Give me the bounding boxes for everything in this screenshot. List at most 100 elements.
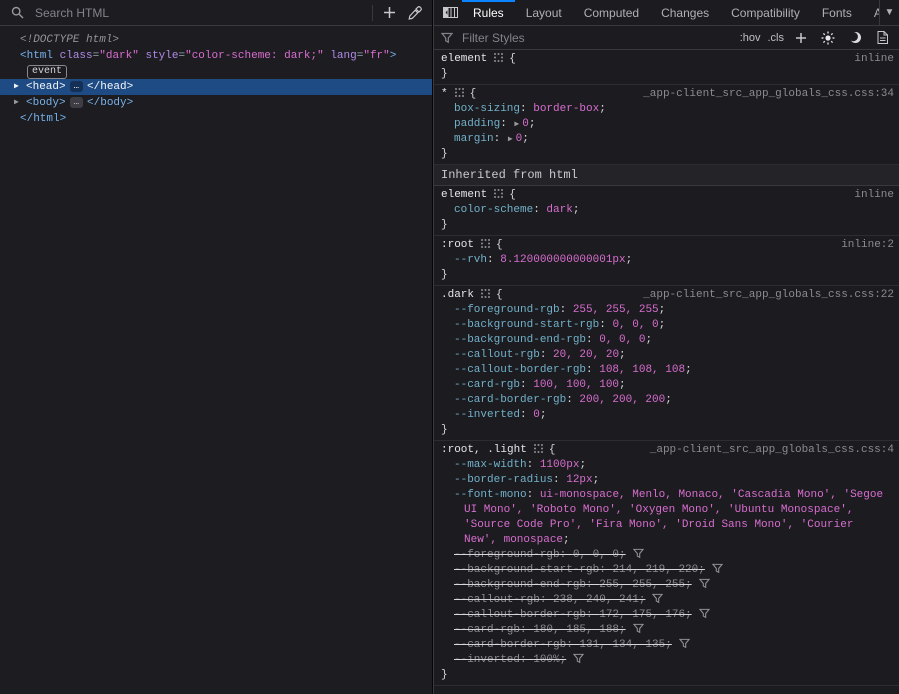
- css-declaration[interactable]: margin: 0;: [434, 132, 899, 147]
- collapsed-content-badge[interactable]: …: [70, 97, 83, 108]
- attribute-name: lang: [330, 50, 356, 62]
- rule-selector[interactable]: .dark: [441, 289, 474, 301]
- selector-highlighter-icon[interactable]: [494, 53, 503, 62]
- css-declaration[interactable]: --background-end-rgb: 255, 255, 255;: [434, 578, 899, 593]
- markup-row-doctype[interactable]: <!DOCTYPE html>: [0, 32, 432, 48]
- css-declaration[interactable]: --background-start-rgb: 0, 0, 0;: [434, 318, 899, 333]
- overridden-filter-icon[interactable]: [633, 623, 644, 634]
- markup-row-event-badge: event: [0, 64, 432, 79]
- selector-highlighter-icon[interactable]: [494, 189, 503, 198]
- all-tabs-menu-button[interactable]: ▼: [879, 0, 899, 25]
- rule-source-link[interactable]: inline: [854, 52, 894, 67]
- css-declaration[interactable]: --foreground-rgb: 255, 255, 255;: [434, 303, 899, 318]
- rule-selector[interactable]: element: [441, 53, 487, 65]
- declaration-semicolon: ;: [619, 349, 626, 361]
- html-open-tag-end: >: [390, 50, 397, 62]
- expand-arrow-icon[interactable]: ▶: [14, 79, 26, 95]
- css-declaration[interactable]: --background-start-rgb: 214, 219, 220;: [434, 563, 899, 578]
- css-declaration[interactable]: --inverted: 0;: [434, 408, 899, 423]
- css-declaration[interactable]: --callout-rgb: 238, 240, 241;: [434, 593, 899, 608]
- eyedropper-icon[interactable]: [405, 3, 425, 23]
- selector-highlighter-icon[interactable]: [481, 239, 490, 248]
- css-declaration[interactable]: --callout-border-rgb: 108, 108, 108;: [434, 363, 899, 378]
- rule-selector[interactable]: :root: [441, 239, 474, 251]
- overridden-filter-icon[interactable]: [699, 608, 710, 619]
- overridden-filter-icon[interactable]: [652, 593, 663, 604]
- css-declaration[interactable]: color-scheme: dark;: [434, 203, 899, 218]
- selector-highlighter-icon[interactable]: [534, 444, 543, 453]
- property-value: 108, 108, 108: [599, 364, 685, 376]
- doctype-declaration: <!DOCTYPE html>: [20, 34, 119, 46]
- tab-rules[interactable]: Rules: [462, 0, 515, 25]
- tab-fonts[interactable]: Fonts: [811, 0, 863, 25]
- rule-selector[interactable]: element: [441, 189, 487, 201]
- close-brace: }: [441, 219, 448, 231]
- property-name: padding: [454, 118, 500, 130]
- markup-row-body[interactable]: ▶<body>…</body>: [0, 95, 432, 111]
- event-badge[interactable]: event: [27, 65, 67, 79]
- sidebar-toggle-icon[interactable]: [440, 3, 460, 23]
- overridden-filter-icon[interactable]: [679, 638, 690, 649]
- css-declaration[interactable]: --border-radius: 12px;: [434, 473, 899, 488]
- tab-computed[interactable]: Computed: [573, 0, 650, 25]
- css-declaration[interactable]: --card-border-rgb: 200, 200, 200;: [434, 393, 899, 408]
- css-declaration[interactable]: --callout-border-rgb: 172, 175, 176;: [434, 608, 899, 623]
- value-expand-arrow-icon[interactable]: [513, 118, 522, 130]
- css-declaration[interactable]: --inverted: 100%;: [434, 653, 899, 668]
- add-rule-button[interactable]: [791, 28, 811, 48]
- overridden-filter-icon[interactable]: [633, 548, 644, 559]
- expand-arrow-icon[interactable]: ▶: [14, 95, 26, 111]
- css-declaration[interactable]: --font-mono: ui-monospace, Menlo, Monaco…: [434, 488, 899, 548]
- css-rule: :root{inline:2--rvh: 8.120000000000001px…: [434, 236, 899, 286]
- tab-compatibility[interactable]: Compatibility: [720, 0, 811, 25]
- property-value: 20, 20, 20: [553, 349, 619, 361]
- create-node-button[interactable]: [379, 3, 399, 23]
- toggle-pseudo-classes-button[interactable]: :hov: [740, 32, 761, 44]
- selector-highlighter-icon[interactable]: [455, 88, 464, 97]
- markup-row-html-open[interactable]: <html class="dark" style="color-scheme: …: [0, 48, 432, 64]
- declaration-text: box-sizing: border-box;: [454, 103, 606, 115]
- declaration-text: --background-end-rgb: 255, 255, 255;: [454, 579, 692, 591]
- overridden-filter-icon[interactable]: [712, 563, 723, 574]
- property-value: 0, 0, 0: [612, 319, 658, 331]
- css-declaration[interactable]: --card-border-rgb: 131, 134, 135;: [434, 638, 899, 653]
- search-input[interactable]: [33, 5, 366, 21]
- selector-highlighter-icon[interactable]: [481, 289, 490, 298]
- toggle-classes-button[interactable]: .cls: [768, 32, 785, 44]
- declaration-semicolon: ;: [540, 409, 547, 421]
- rule-selector[interactable]: :root, .light: [441, 444, 527, 456]
- rule-source-link[interactable]: _app-client_src_app_globals_css.css:4: [650, 443, 894, 458]
- collapsed-content-badge[interactable]: …: [70, 81, 83, 92]
- css-declaration[interactable]: --background-end-rgb: 0, 0, 0;: [434, 333, 899, 348]
- css-declaration[interactable]: padding: 0;: [434, 117, 899, 132]
- rule-source-link[interactable]: inline:2: [841, 238, 894, 253]
- tab-changes[interactable]: Changes: [650, 0, 720, 25]
- overridden-filter-icon[interactable]: [699, 578, 710, 589]
- rule-source-link[interactable]: inline: [854, 188, 894, 203]
- css-declaration[interactable]: --card-rgb: 100, 100, 100;: [434, 378, 899, 393]
- css-declaration[interactable]: --foreground-rgb: 0, 0, 0;: [434, 548, 899, 563]
- css-declaration[interactable]: --callout-rgb: 20, 20, 20;: [434, 348, 899, 363]
- css-declaration[interactable]: --max-width: 1100px;: [434, 458, 899, 473]
- rule-selector[interactable]: *: [441, 88, 448, 100]
- dark-theme-simulation-icon[interactable]: [845, 28, 865, 48]
- markup-row-head[interactable]: ▶<head>…</head>: [0, 79, 432, 95]
- tab-label: Layout: [526, 6, 562, 20]
- rule-source-link[interactable]: _app-client_src_app_globals_css.css:22: [643, 288, 894, 303]
- close-brace: }: [441, 269, 448, 281]
- markup-row-html-close[interactable]: </html>: [0, 111, 432, 127]
- print-simulation-icon[interactable]: [872, 28, 892, 48]
- tab-a[interactable]: A: [863, 0, 879, 25]
- declaration-semicolon: ;: [522, 133, 529, 145]
- value-expand-arrow-icon[interactable]: [507, 133, 516, 145]
- tab-layout[interactable]: Layout: [515, 0, 573, 25]
- light-theme-simulation-icon[interactable]: [818, 28, 838, 48]
- css-declaration[interactable]: box-sizing: border-box;: [434, 102, 899, 117]
- css-declaration[interactable]: --card-rgb: 180, 185, 188;: [434, 623, 899, 638]
- filter-styles-input[interactable]: [460, 30, 733, 46]
- css-declaration[interactable]: --rvh: 8.120000000000001px;: [434, 253, 899, 268]
- property-colon: :: [520, 103, 533, 115]
- overridden-filter-icon[interactable]: [573, 653, 584, 664]
- declaration-text: --callout-rgb: 20, 20, 20;: [454, 349, 626, 361]
- rule-source-link[interactable]: _app-client_src_app_globals_css.css:34: [643, 87, 894, 102]
